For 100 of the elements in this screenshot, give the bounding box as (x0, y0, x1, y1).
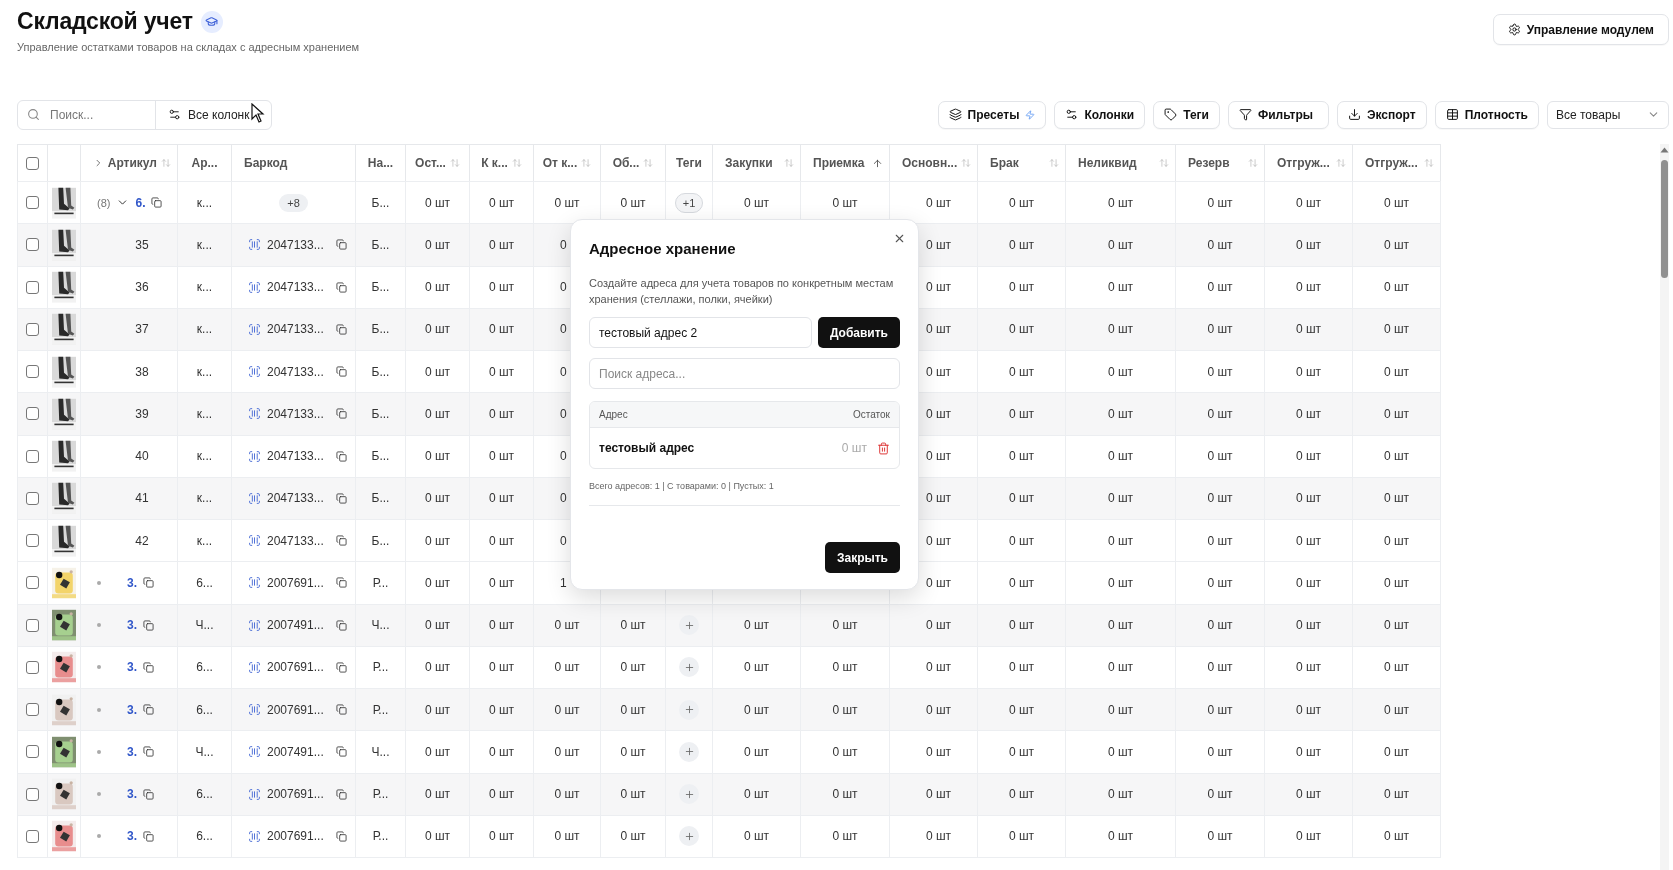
article-link[interactable]: 6. (135, 195, 146, 210)
add-button[interactable]: Добавить (817, 317, 900, 348)
row-checkbox[interactable] (26, 829, 39, 843)
table-cell: 0 шт (1008, 237, 1035, 252)
row-checkbox[interactable] (26, 703, 39, 717)
column-header-cell[interactable]: Ост... (406, 144, 470, 181)
table-cell: 0 (560, 449, 567, 464)
table-cell: 0 шт (1107, 449, 1134, 464)
table-cell: Р... (372, 575, 389, 590)
column-header-cell[interactable]: Артикул (81, 144, 178, 181)
row-checkbox[interactable] (26, 322, 39, 336)
row-checkbox[interactable] (26, 787, 39, 801)
presets-button[interactable]: Пресеты (937, 100, 1047, 129)
table-cell: Б... (371, 322, 390, 337)
column-header-cell[interactable]: Отгруж... (1353, 144, 1441, 181)
column-header-cell[interactable]: Баркод (232, 144, 356, 181)
article-link[interactable]: 3. (127, 744, 137, 759)
scrollbar-thumb[interactable] (1661, 160, 1668, 278)
view-select[interactable]: Все товары (1547, 100, 1669, 129)
table-cell: 0 шт (1383, 575, 1410, 590)
scroll-up-icon[interactable] (1660, 147, 1669, 153)
add-tag-button[interactable] (679, 826, 699, 847)
table-cell: 0 шт (1383, 787, 1410, 802)
table-cell: 0 шт (1207, 364, 1233, 379)
column-header-cell[interactable]: Приемка (801, 144, 890, 181)
table-cell: 0 шт (488, 744, 515, 759)
table-cell: 0 шт (1383, 364, 1410, 379)
row-checkbox[interactable] (26, 745, 39, 759)
table-cell: 0 шт (1008, 744, 1035, 759)
row-checkbox[interactable] (26, 280, 39, 294)
row-checkbox[interactable] (26, 407, 39, 421)
column-header: Ост... (415, 156, 446, 170)
table-cell: 0 шт (925, 364, 952, 379)
row-checkbox[interactable] (26, 196, 39, 210)
row-checkbox[interactable] (26, 449, 39, 463)
module-settings-button[interactable]: Управление модулем (1492, 14, 1669, 45)
table-cell: 0 шт (1008, 660, 1035, 675)
column-header-cell[interactable]: Закупки (713, 144, 801, 181)
table-cell: 0 шт (1295, 491, 1322, 506)
table-cell: 0 шт (1383, 280, 1410, 295)
barcode-text: 2007491... (267, 618, 324, 633)
sort-icon (1049, 158, 1059, 168)
row-checkbox[interactable] (26, 534, 39, 548)
table-cell: 0 шт (424, 787, 451, 802)
column-header-cell[interactable]: Неликвид (1066, 144, 1176, 181)
copy-icon (335, 281, 347, 293)
article-link[interactable]: 3. (127, 702, 137, 717)
article-link[interactable]: 3. (127, 618, 137, 633)
table-cell: Б... (371, 280, 390, 295)
table-cell: 0 шт (1107, 744, 1134, 759)
tags-button[interactable]: Теги (1153, 100, 1220, 129)
add-tag-button[interactable] (679, 784, 699, 805)
column-header-cell[interactable]: Об... (601, 144, 666, 181)
add-tag-button[interactable] (679, 699, 699, 720)
article-link[interactable]: 3. (127, 575, 137, 590)
row-checkbox[interactable] (26, 238, 39, 252)
column-header-cell[interactable]: От к... (534, 144, 601, 181)
table-cell: 0 шт (620, 787, 646, 802)
table-cell: 0 шт (1107, 406, 1134, 421)
article-link[interactable]: 3. (127, 829, 137, 844)
add-tag-button[interactable] (679, 657, 699, 678)
table-cell: 0 шт (1295, 829, 1322, 844)
new-address-field[interactable]: тестовый адрес 2 (589, 317, 812, 348)
density-button[interactable]: Плотность (1434, 100, 1539, 129)
row-checkbox[interactable] (26, 491, 39, 505)
column-header-cell[interactable]: Резерв (1176, 144, 1265, 181)
article-link[interactable]: 3. (127, 660, 137, 675)
table-cell: 0 шт (424, 237, 451, 252)
column-header-cell[interactable]: На... (356, 144, 406, 181)
copy-icon (335, 323, 347, 335)
column-header-cell[interactable]: К к... (470, 144, 534, 181)
column-header-cell[interactable]: Брак (978, 144, 1066, 181)
column-header-cell[interactable]: Ар... (178, 144, 232, 181)
select-all-checkbox[interactable] (26, 156, 39, 170)
column-header-cell[interactable]: Отгруж... (1265, 144, 1353, 181)
graduation-cap-icon[interactable] (200, 10, 223, 33)
tag-count-badge[interactable]: +1 (674, 192, 704, 213)
article-link[interactable]: 3. (127, 787, 137, 802)
sliders-icon (1065, 108, 1079, 121)
filters-button[interactable]: Фильтры (1227, 100, 1329, 129)
scrollbar[interactable] (1660, 144, 1669, 870)
add-tag-button[interactable] (679, 741, 699, 762)
columns-button[interactable]: Колонки (1054, 100, 1146, 129)
column-header-cell[interactable]: Теги (666, 144, 713, 181)
row-checkbox[interactable] (26, 365, 39, 379)
table-cell: 0 шт (1207, 702, 1233, 717)
row-checkbox[interactable] (26, 576, 39, 590)
column-header-cell[interactable]: Основн... (890, 144, 978, 181)
export-button[interactable]: Экспорт (1336, 100, 1427, 129)
barcode-count-badge[interactable]: +8 (279, 193, 308, 212)
table-cell: 0 шт (1107, 702, 1134, 717)
barcode-text: 2047133... (267, 322, 324, 337)
close-dialog-button[interactable]: Закрыть (824, 542, 900, 573)
address-search-field[interactable]: Поиск адреса... (589, 358, 900, 389)
row-checkbox[interactable] (26, 618, 39, 632)
table-cell: 0 шт (620, 702, 646, 717)
row-checkbox[interactable] (26, 660, 39, 674)
add-tag-button[interactable] (679, 615, 699, 636)
table-cell: 0 шт (1383, 406, 1410, 421)
table-cell: 0 шт (554, 660, 580, 675)
